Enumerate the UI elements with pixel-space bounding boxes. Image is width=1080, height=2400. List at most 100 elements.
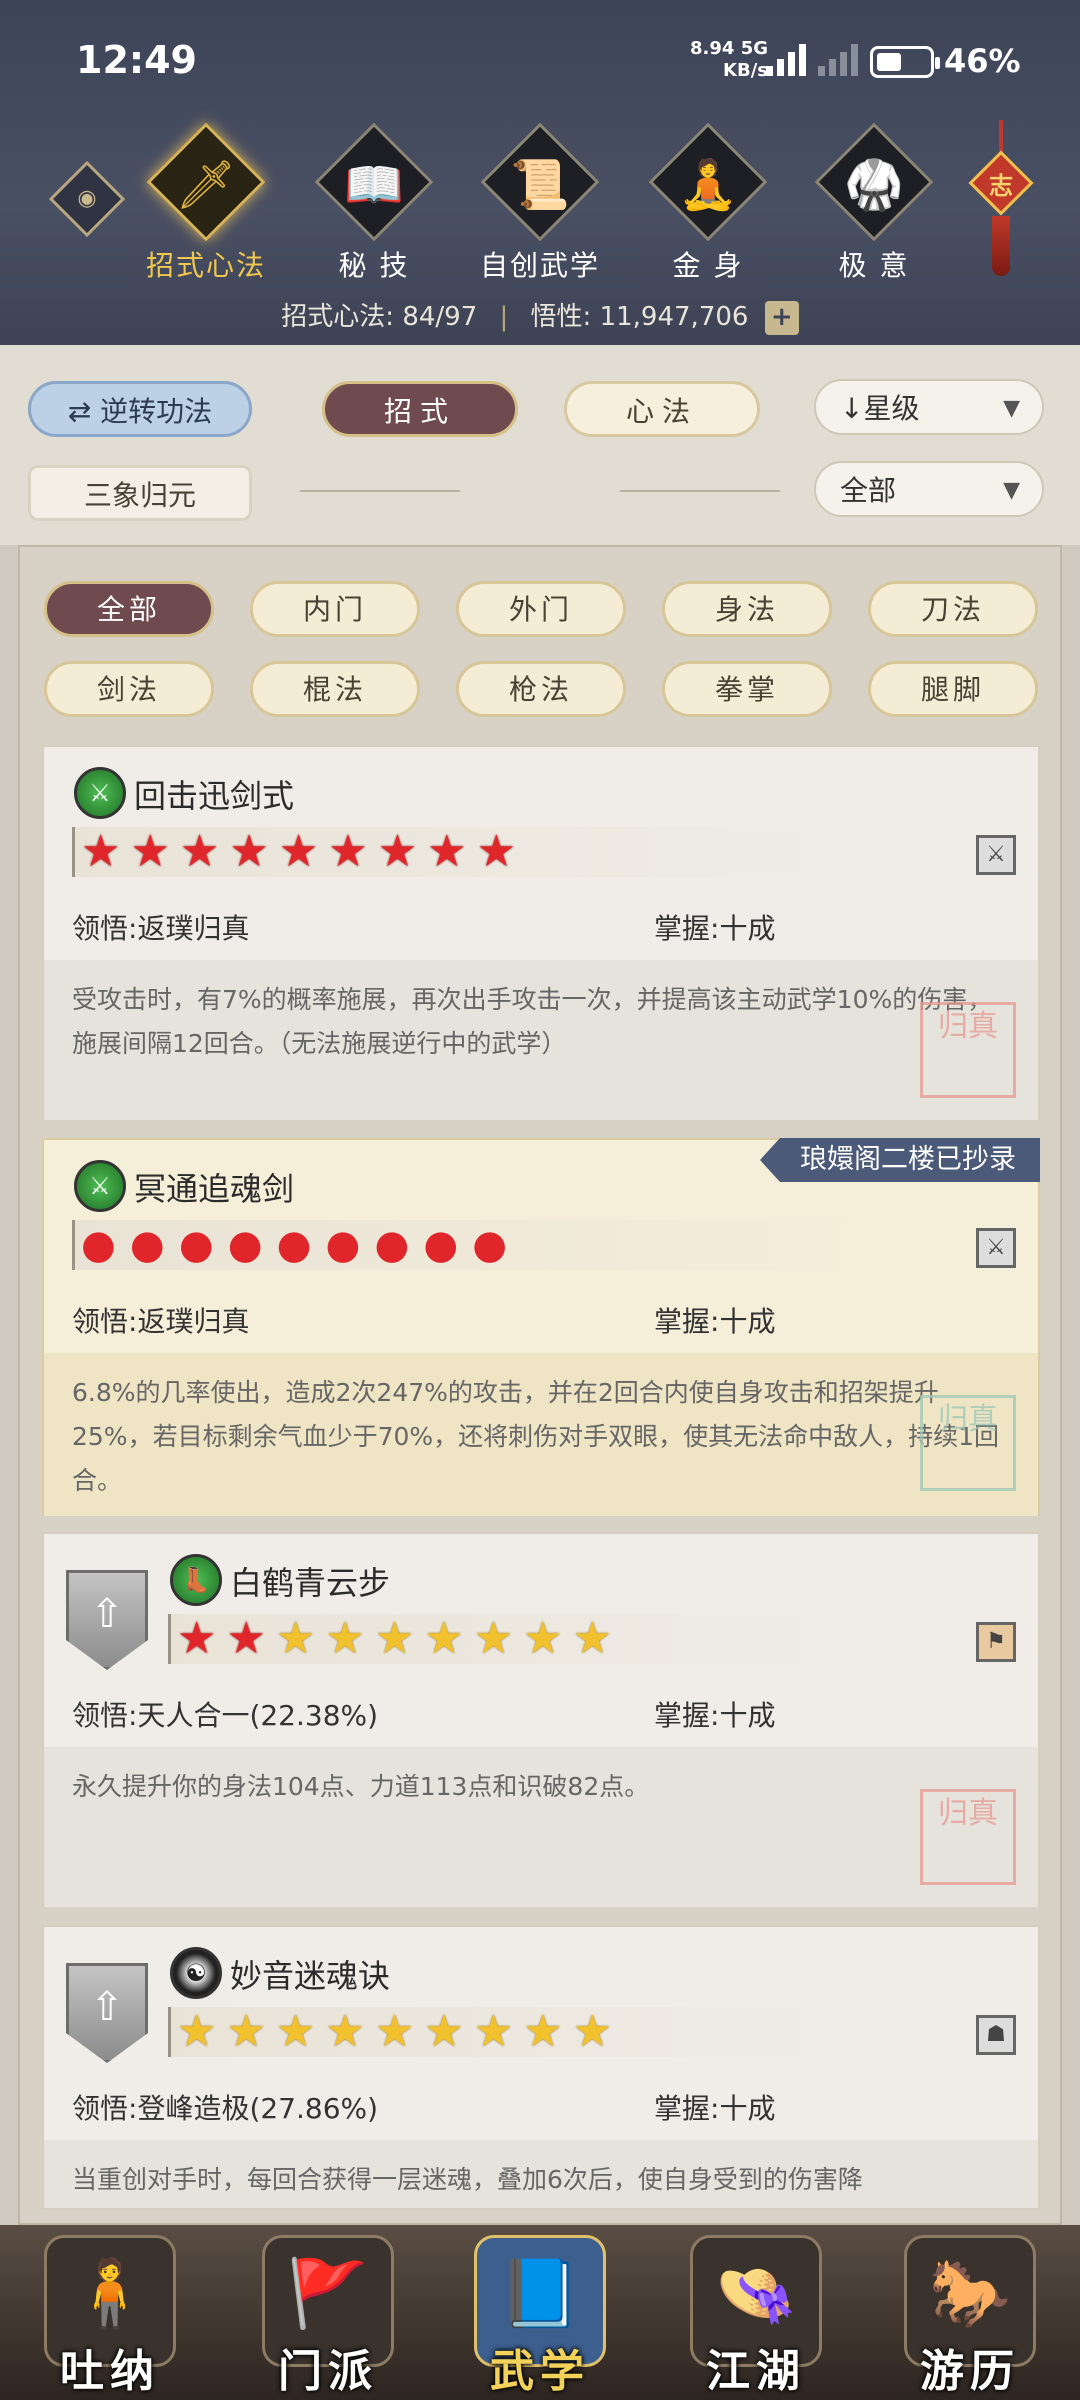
meditation-icon: 🧘 [678,157,738,213]
flame-icon: ● [227,1222,263,1268]
gold-star-icon: ★ [275,2006,316,2057]
tab-ultimate-intent[interactable]: 🥋 极 意 [794,122,954,290]
flame-icon: ● [81,1222,116,1268]
red-star-icon: ★ [427,826,467,877]
flame-icon: ● [423,1222,459,1268]
nav-breathing[interactable]: 🧍 吐纳 [30,2235,190,2397]
battery-percent: 46% [944,42,1021,80]
flame-icon: ● [374,1222,410,1268]
red-star-icon: ★ [226,1613,266,1664]
sword-icon: 🗡 [175,157,237,213]
skill-name: 冥通追魂剑 [134,1170,295,1208]
seal-stamp: 归真 [920,1789,1016,1885]
chevron-down-icon: ▼ [1003,396,1020,421]
sanxiang-button[interactable]: 三象归元 [28,465,252,521]
chinese-knot-button[interactable]: 志 [966,120,1036,280]
gold-star-icon: ★ [325,2006,365,2057]
upgrade-badge[interactable]: ⇧ [66,1570,148,1670]
scope-dropdown[interactable]: 全部 ▼ [814,461,1044,517]
tab-mind-method[interactable]: 心法 [564,381,760,437]
copied-ribbon: 琅嬛阁二楼已抄录 [760,1138,1040,1182]
gold-star-icon: ★ [374,1613,415,1664]
sort-dropdown[interactable]: ↓星级 ▼ [814,379,1044,435]
gold-star-icon: ★ [572,2006,613,2057]
sword-skill-icon: ⚔ [74,1160,126,1212]
skill-name: 回击迅剑式 [134,777,295,815]
monk-icon: 🧍 [68,2255,152,2332]
mastery-value: 十成 [719,1699,776,1732]
skill-name: 妙音迷魂诀 [230,1957,391,1995]
star-rating: ★ ★ ★ ★ ★ ★ ★ ★ ★ [72,827,872,877]
category-inner[interactable]: 内门 [250,581,420,637]
category-blade[interactable]: 刀法 [868,581,1038,637]
flame-icon: ● [472,1222,508,1268]
flame-icon: ● [325,1222,361,1268]
manual-icon: 📘 [498,2255,582,2332]
insight-value: 返璞归真 [137,912,250,945]
red-star-icon: ★ [81,826,121,877]
gold-star-icon: ★ [523,2006,563,2057]
category-fist[interactable]: 拳掌 [662,661,832,717]
book-icon: 📖 [344,157,404,213]
seal-stamp: 归真 [920,1002,1016,1098]
flame-icon: ● [276,1222,312,1268]
insight-value: 返璞归真 [137,1305,250,1338]
nav-travel[interactable]: 🐎 游历 [890,2235,1050,2397]
red-star-icon: ★ [377,826,418,877]
tab-moves[interactable]: 招式 [322,381,518,437]
gold-star-icon: ★ [177,2006,217,2057]
skill-card[interactable]: ⚔ 回击迅剑式 ★ ★ ★ ★ ★ ★ ★ ★ ★ ⚔ 领悟:返璞归真 掌握:十成 受攻击时，有… [42,745,1040,1120]
tab-secret-skills[interactable]: 📖 秘 技 [294,122,454,290]
red-star-icon: ★ [179,826,220,877]
tab-self-created[interactable]: 📜 自创武学 [460,122,620,290]
reverse-skill-button[interactable]: ⇄ 逆转功法 [28,381,252,437]
add-insight-button[interactable]: + [764,300,799,335]
divider [620,490,780,492]
eye-toggle-button[interactable]: ◉ [48,160,126,238]
category-all[interactable]: 全部 [44,581,214,637]
nav-jianghu[interactable]: 👒 江湖 [676,2235,836,2397]
category-sword[interactable]: 剑法 [44,661,214,717]
gold-star-icon: ★ [374,2006,415,2057]
skill-description: 永久提升你的身法104点、力道113点和识破82点。 [44,1747,1038,1907]
category-movement[interactable]: 身法 [662,581,832,637]
straw-hat-icon: 👒 [714,2255,798,2332]
divider [300,490,460,492]
mastery-value: 十成 [719,2092,776,2125]
insight-value: 登峰造极(27.86%) [137,2092,379,2125]
gold-star-icon: ★ [523,1613,563,1664]
flame-icon: ● [129,1222,165,1268]
skill-card[interactable]: 琅嬛阁二楼已抄录 ⚔ 冥通追魂剑 ● ● ● ● ● ● ● ● ● ⚔ 领悟:返璞归真 掌握:… [42,1138,1040,1516]
skill-card[interactable]: ⇧ ☯ 妙音迷魂诀 ★ ★ ★ ★ ★ ★ ★ ★ ★ ☗ 领悟:登峰造极(27.86%) 掌握… [42,1925,1040,2210]
nav-martial-arts[interactable]: 📘 武学 [460,2235,620,2397]
status-time: 12:49 [76,38,197,82]
upgrade-badge[interactable]: ⇧ [66,1963,148,2063]
star-rating: ★ ★ ★ ★ ★ ★ ★ ★ ★ [168,1614,868,1664]
mastery-value: 十成 [719,1305,776,1338]
mask-tag-icon: ☗ [976,2015,1016,2055]
red-star-icon: ★ [229,826,269,877]
gold-star-icon: ★ [572,1613,613,1664]
header: 12:49 8.94 5G KB/s 46% ◉ 🗡 招式心法 📖 秘 技 📜 … [0,0,1080,345]
tab-golden-body[interactable]: 🧘 金 身 [628,122,788,290]
status-bar: 12:49 8.94 5G KB/s 46% [0,0,1080,120]
nav-sect[interactable]: 🚩 门派 [248,2235,408,2397]
skill-description: 6.8%的几率使出，造成2次247%的攻击，并在2回合内使自身攻击和招架提升25… [44,1353,1038,1516]
scroll-icon: 📜 [510,157,570,213]
skill-name: 白鹤青云步 [230,1564,391,1602]
skill-description: 受攻击时，有7%的概率施展，再次出手攻击一次，并提高该主动武学10%的伤害，施展… [44,960,1038,1120]
tab-moves-mind[interactable]: 🗡 招式心法 [126,122,286,290]
signal-icon [766,42,806,76]
category-leg[interactable]: 腿脚 [868,661,1038,717]
gold-star-icon: ★ [424,1613,464,1664]
skill-card[interactable]: ⇧ 👢 白鹤青云步 ★ ★ ★ ★ ★ ★ ★ ★ ★ ⚑ 领悟:天人合一(22.38%) 掌握… [42,1532,1040,1907]
red-star-icon: ★ [278,826,319,877]
category-outer[interactable]: 外门 [456,581,626,637]
insight-value: 天人合一(22.38%) [137,1699,379,1732]
filter-area: ⇄ 逆转功法 招式 心法 ↓星级 ▼ 三象归元 全部 ▼ [0,345,1080,545]
category-spear[interactable]: 枪法 [456,661,626,717]
category-staff[interactable]: 棍法 [250,661,420,717]
arrow-up-icon: ⇧ [90,1591,124,1637]
stats-line: 招式心法: 84/97 | 悟性: 11,947,706 + [0,296,1080,335]
signal-off-icon [818,42,858,76]
